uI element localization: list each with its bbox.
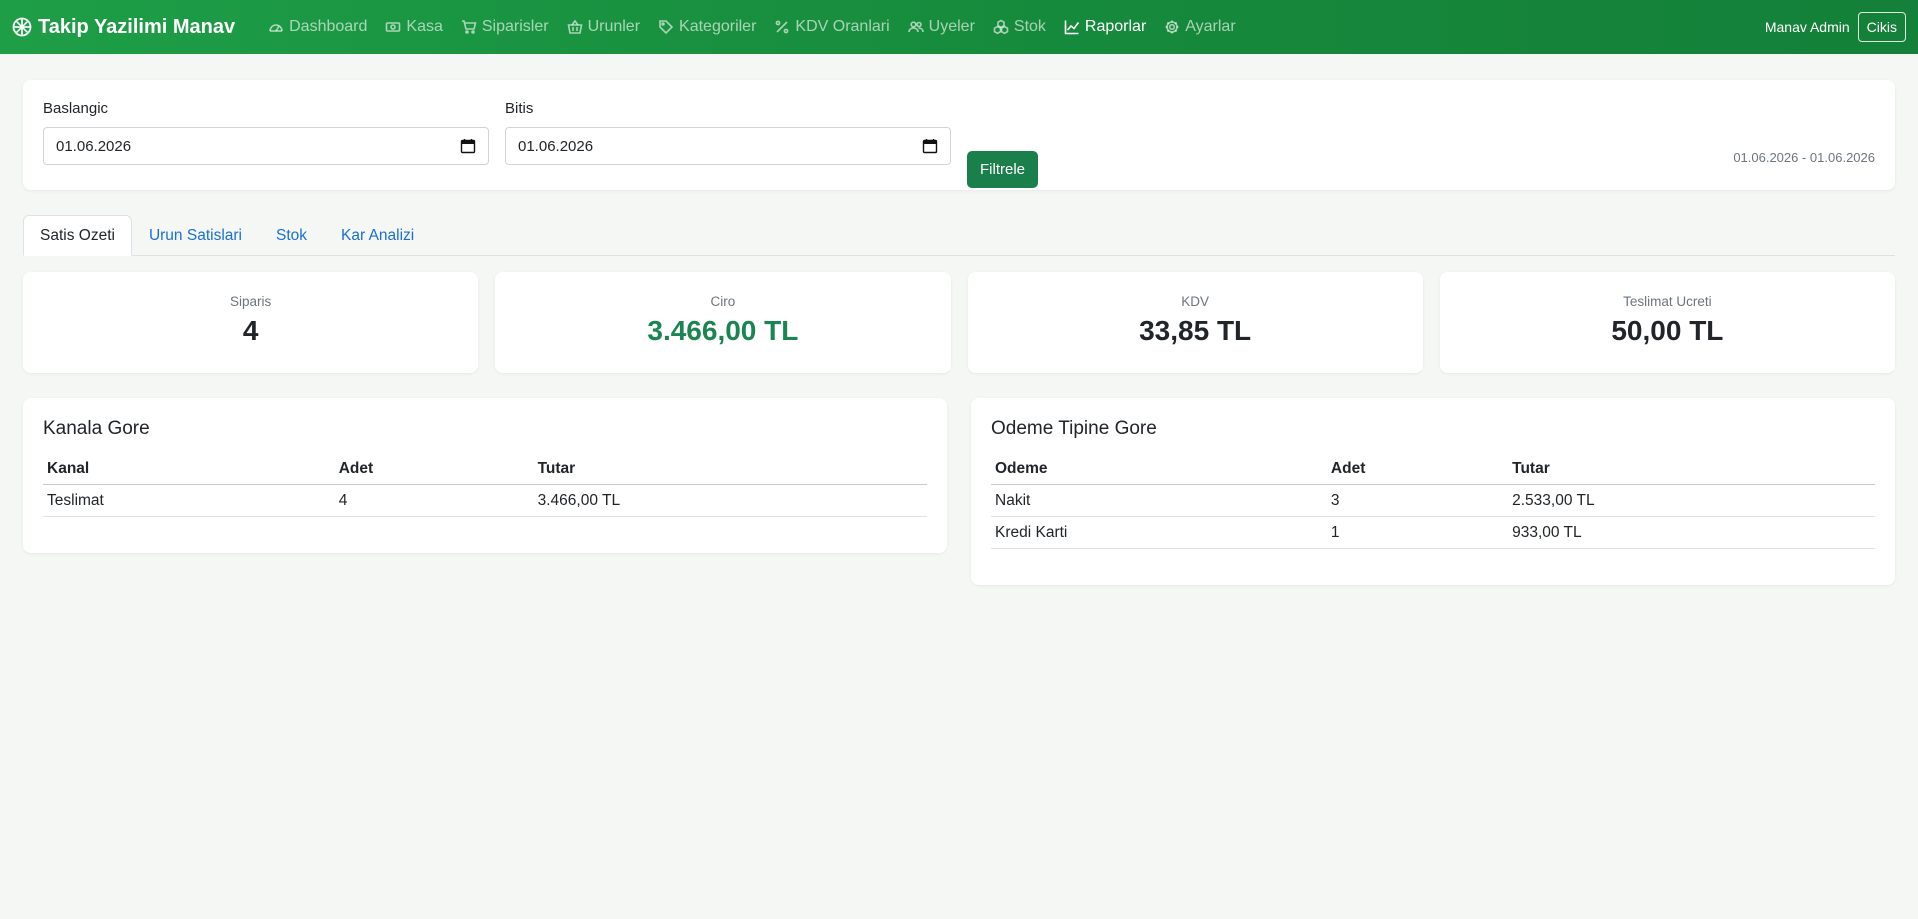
- nav-raporlar[interactable]: Raporlar: [1055, 0, 1155, 54]
- stat-label: Ciro: [710, 294, 736, 309]
- table-cell: 933,00 TL: [1508, 516, 1875, 549]
- stat-label: Siparis: [229, 294, 272, 309]
- table-cell: Teslimat: [43, 484, 335, 517]
- brand-name: Takip Yazilimi Manav: [38, 15, 236, 38]
- card-title: Kanala Gore: [43, 418, 150, 439]
- filter-card: Baslangic 01.06.2026 Bitis 01.06.2026 Fi…: [23, 80, 1895, 190]
- percent-icon: [776, 20, 789, 34]
- payment-card: Odeme Tipine Gore Odeme Adet Tutar Nakit…: [971, 398, 1895, 585]
- nav-label: Raporlar: [1084, 18, 1147, 35]
- people-icon: [907, 21, 924, 33]
- stat-value: 33,85 TL: [1139, 315, 1252, 346]
- stat-ciro: Ciro 3.466,00 TL: [495, 272, 951, 373]
- nav-label: Dashboard: [289, 18, 368, 35]
- column-header: Adet: [334, 454, 534, 485]
- calendar-icon[interactable]: [460, 138, 476, 154]
- table-cell: 1: [1326, 516, 1509, 549]
- nav-dashboard[interactable]: Dashboard: [259, 0, 376, 54]
- boxes-icon: [993, 19, 1009, 35]
- nav-siparisler[interactable]: Siparisler: [452, 0, 558, 54]
- end-date-label: Bitis: [505, 100, 534, 117]
- channel-table: Kanal Adet Tutar Teslimat 4 3.466,00 TL: [43, 454, 927, 517]
- table-header-row: Kanal Adet Tutar: [43, 454, 927, 485]
- nav-kdv-oranlari[interactable]: KDV Oranlari: [765, 0, 898, 54]
- basket-icon: [567, 19, 583, 34]
- table-row: Nakit 3 2.533,00 TL: [991, 484, 1875, 517]
- cash-icon: [386, 22, 401, 32]
- brand[interactable]: Takip Yazilimi Manav: [12, 16, 235, 39]
- tab-satis-ozeti[interactable]: Satis Ozeti: [23, 215, 132, 256]
- start-date-label: Baslangic: [43, 100, 109, 117]
- stat-siparis: Siparis 4: [23, 272, 479, 373]
- card-title: Odeme Tipine Gore: [991, 418, 1157, 439]
- table-cell: 4: [334, 484, 534, 517]
- table-row: Kredi Karti 1 933,00 TL: [991, 516, 1875, 549]
- nav-urunler[interactable]: Urunler: [558, 0, 649, 54]
- tables-row: Kanala Gore Kanal Adet Tutar Teslimat 4 …: [23, 398, 1895, 585]
- nav-uyeler[interactable]: Uyeler: [899, 0, 984, 54]
- channel-card: Kanala Gore Kanal Adet Tutar Teslimat 4 …: [23, 398, 947, 553]
- filter-button[interactable]: Filtrele: [967, 151, 1039, 188]
- nav-label: Kasa: [406, 18, 443, 35]
- gear-icon: [1165, 20, 1179, 34]
- gauge-icon: [269, 24, 283, 32]
- cart-icon: [461, 20, 477, 34]
- top-navbar: Takip Yazilimi Manav Dashboard Kasa Sipa…: [0, 0, 1918, 54]
- table-cell: 3: [1326, 484, 1509, 517]
- column-header: Tutar: [533, 454, 927, 485]
- stat-kdv: KDV 33,85 TL: [967, 272, 1423, 373]
- column-header: Tutar: [1508, 454, 1875, 485]
- main-nav: Dashboard Kasa Siparisler Urunler Katego…: [259, 0, 1765, 54]
- tab-urun-satislari[interactable]: Urun Satislari: [132, 215, 259, 256]
- table-row: Teslimat 4 3.466,00 TL: [43, 484, 927, 517]
- nav-label: Stok: [1013, 18, 1046, 35]
- nav-label: Urunler: [587, 18, 641, 35]
- end-date-input[interactable]: 01.06.2026: [505, 127, 951, 165]
- start-date-value: 01.06.2026: [56, 137, 132, 155]
- start-date-field: Baslangic 01.06.2026: [43, 100, 489, 165]
- end-date-field: Bitis 01.06.2026: [505, 100, 951, 165]
- nav-stok[interactable]: Stok: [984, 0, 1055, 54]
- payment-table: Odeme Adet Tutar Nakit 3 2.533,00 TL Kre…: [991, 454, 1875, 549]
- column-header: Odeme: [991, 454, 1327, 485]
- user-name: Manav Admin: [1764, 19, 1850, 35]
- nav-label: KDV Oranlari: [795, 18, 890, 35]
- stat-value: 4: [242, 315, 259, 346]
- stat-value: 3.466,00 TL: [647, 315, 799, 346]
- nav-kategoriler[interactable]: Kategoriler: [649, 0, 765, 54]
- table-cell: Kredi Karti: [991, 516, 1327, 549]
- report-tabs: Satis Ozeti Urun Satislari Stok Kar Anal…: [23, 215, 1895, 256]
- calendar-icon[interactable]: [922, 138, 938, 154]
- stats-row: Siparis 4 Ciro 3.466,00 TL KDV 33,85 TL …: [23, 272, 1895, 373]
- graph-icon: [1064, 20, 1080, 35]
- nav-label: Uyeler: [928, 18, 975, 35]
- nav-label: Kategoriler: [679, 18, 757, 35]
- table-cell: Nakit: [991, 484, 1327, 517]
- nav-ayarlar[interactable]: Ayarlar: [1155, 0, 1244, 54]
- tab-stok[interactable]: Stok: [259, 215, 324, 256]
- column-header: Kanal: [43, 454, 335, 485]
- table-header-row: Odeme Adet Tutar: [991, 454, 1875, 485]
- end-date-value: 01.06.2026: [518, 137, 594, 155]
- tag-icon: [659, 20, 674, 35]
- main-content: Baslangic 01.06.2026 Bitis 01.06.2026 Fi…: [0, 80, 1918, 585]
- nav-label: Ayarlar: [1185, 18, 1236, 35]
- start-date-input[interactable]: 01.06.2026: [43, 127, 489, 165]
- logout-button[interactable]: Cikis: [1857, 12, 1906, 42]
- column-header: Adet: [1326, 454, 1509, 485]
- nav-label: Siparisler: [481, 18, 549, 35]
- table-cell: 2.533,00 TL: [1508, 484, 1875, 517]
- stat-label: KDV: [1181, 294, 1209, 309]
- stat-label: Teslimat Ucreti: [1623, 294, 1712, 309]
- stat-value: 50,00 TL: [1611, 315, 1724, 346]
- table-cell: 3.466,00 TL: [533, 484, 927, 517]
- tab-kar-analizi[interactable]: Kar Analizi: [324, 215, 431, 256]
- user-area: Manav Admin Cikis: [1765, 12, 1906, 42]
- date-range-text: 01.06.2026 - 01.06.2026: [1733, 150, 1875, 165]
- nav-kasa[interactable]: Kasa: [376, 0, 451, 54]
- flower-icon: [12, 17, 32, 37]
- stat-teslimat-ucreti: Teslimat Ucreti 50,00 TL: [1439, 272, 1895, 373]
